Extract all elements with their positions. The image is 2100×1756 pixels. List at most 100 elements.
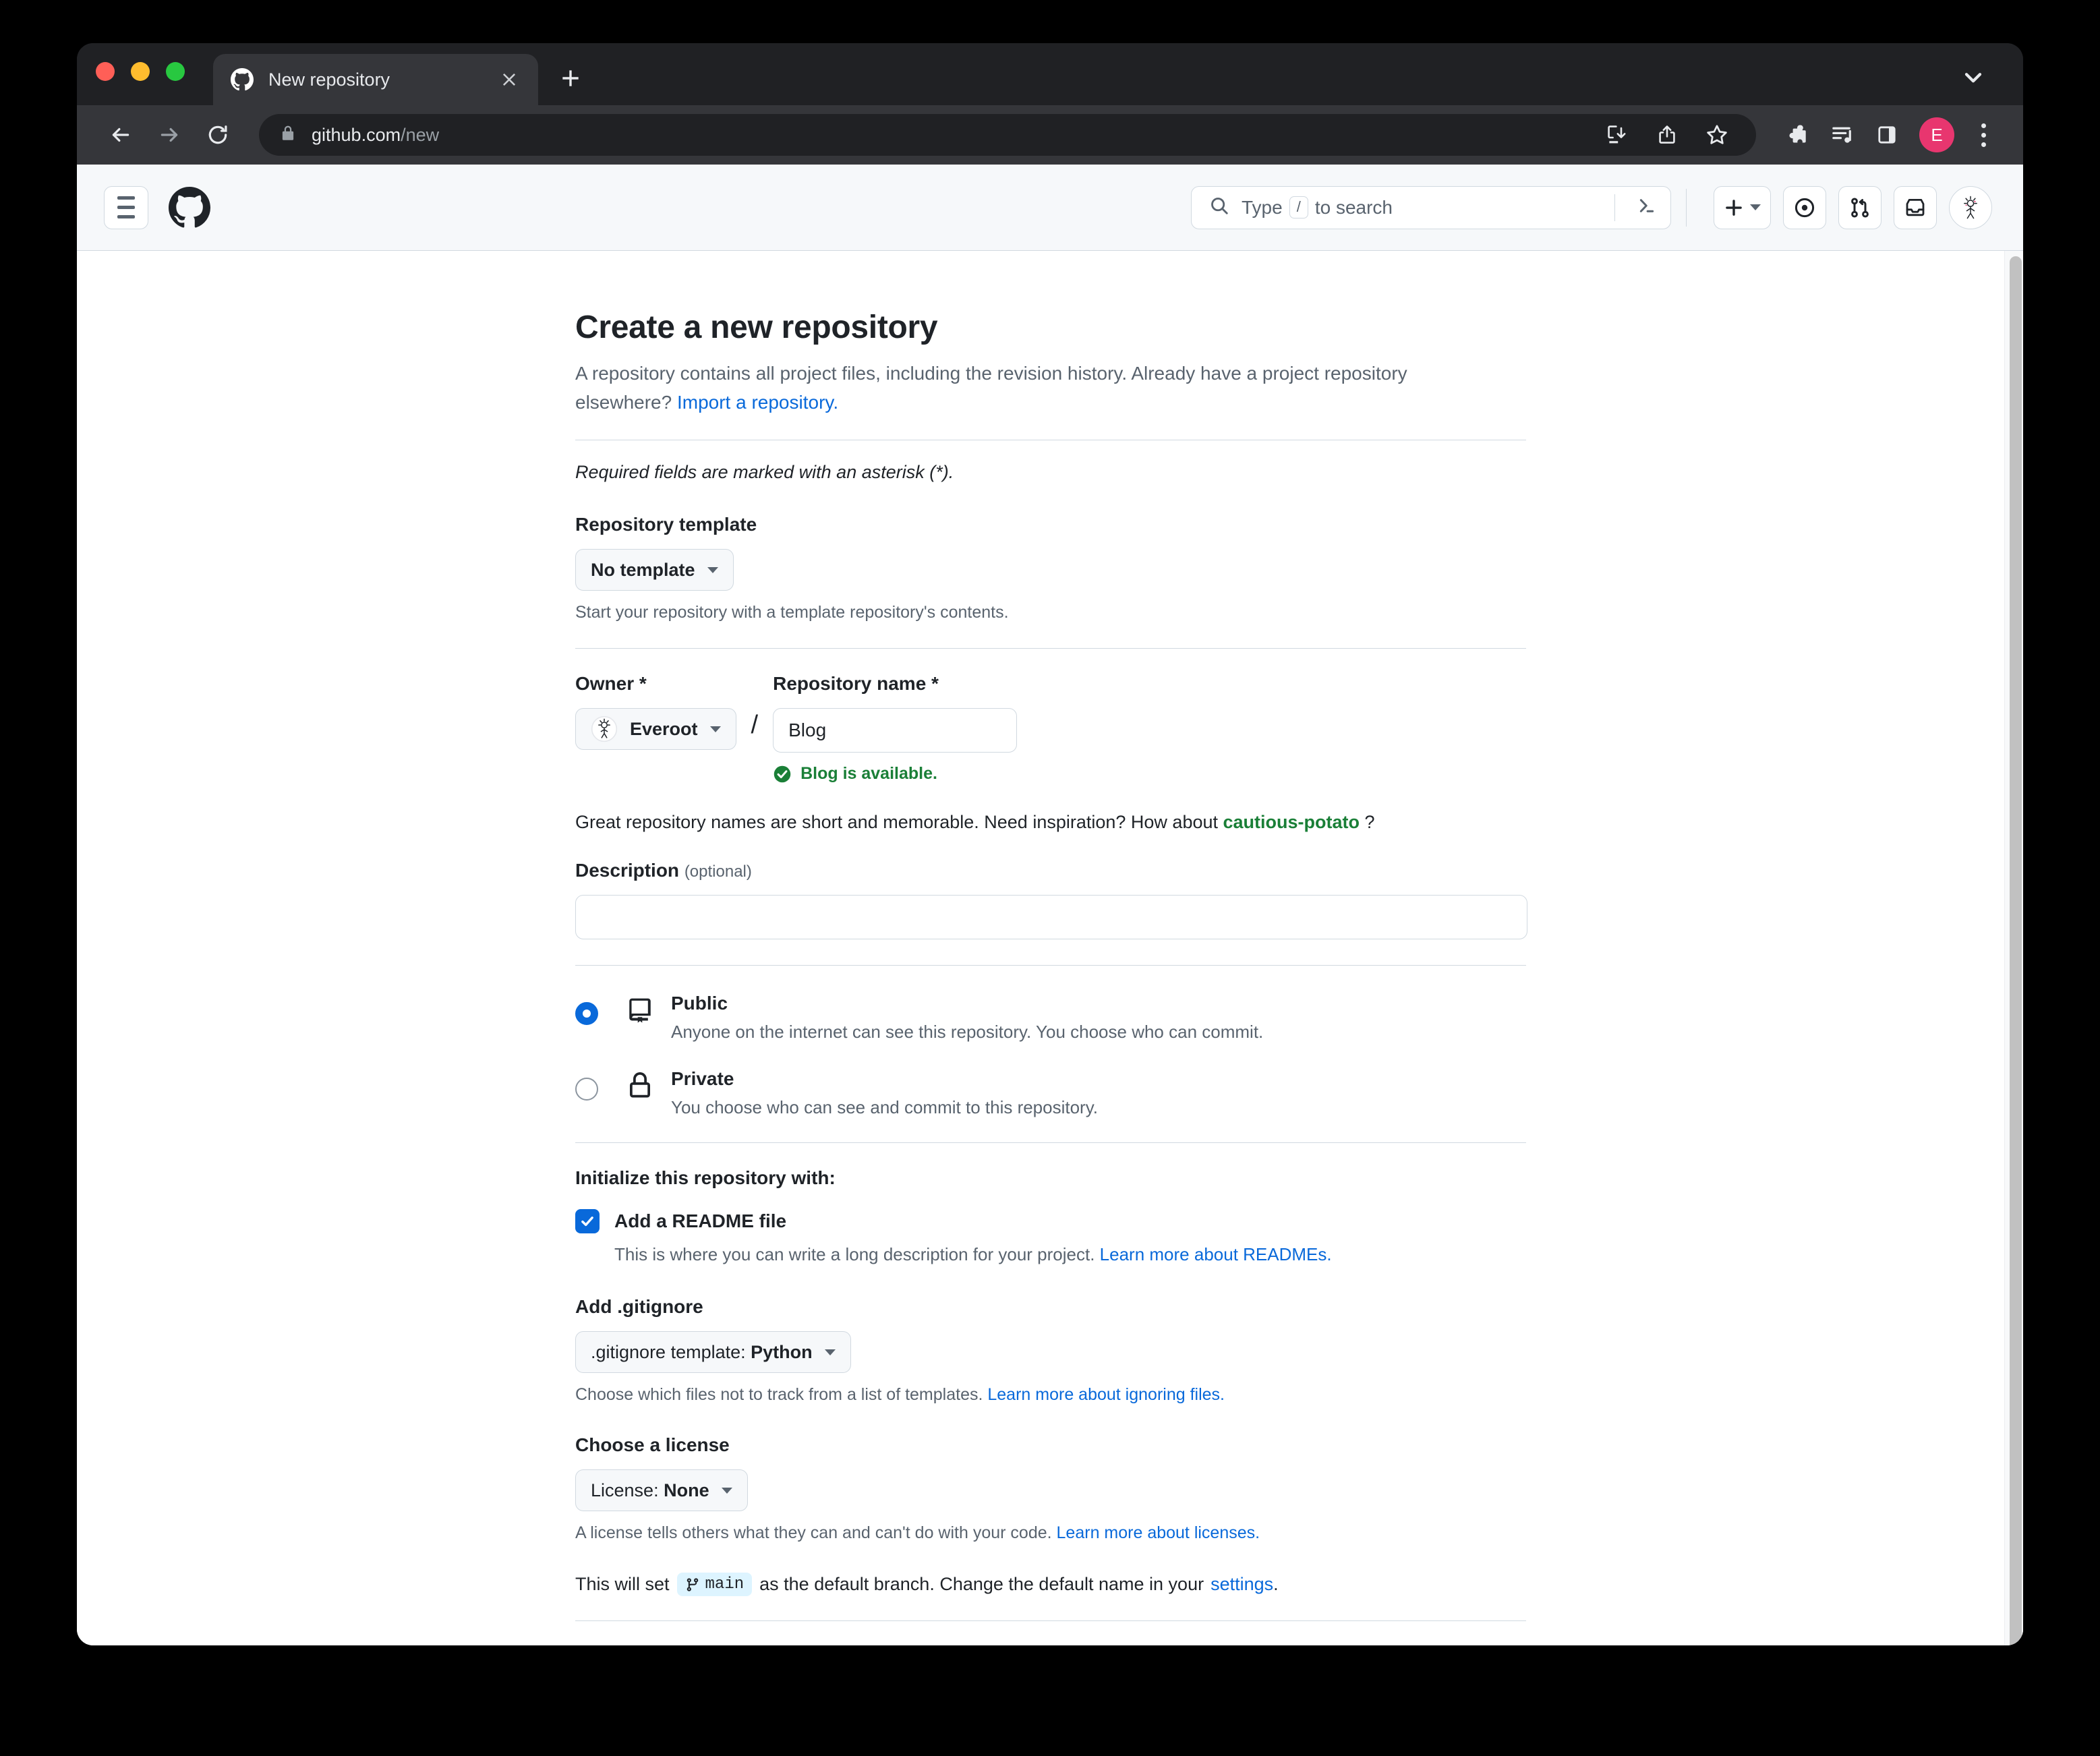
public-radio[interactable]: [575, 1002, 598, 1026]
minimize-window-button[interactable]: [131, 62, 150, 81]
check-circle-fill-icon: [773, 765, 792, 784]
new-repository-form: Create a new repository A repository con…: [574, 251, 1527, 1645]
owner-field: Owner * Everoot: [575, 673, 736, 751]
search-input[interactable]: Type / to search: [1191, 185, 1671, 229]
description-input[interactable]: [575, 895, 1527, 940]
description-label-text: Description: [575, 860, 680, 881]
license-selected-value: License: None: [591, 1480, 709, 1500]
add-readme-label: Add a README file: [614, 1210, 787, 1232]
initialize-label: Initialize this repository with:: [575, 1167, 836, 1189]
name-inspiration-text: Great repository names are short and mem…: [575, 812, 1526, 833]
gitignore-section: Add .gitignore .gitignore template: Pyth…: [575, 1296, 1526, 1405]
star-icon[interactable]: [1698, 116, 1736, 154]
close-window-button[interactable]: [96, 62, 115, 81]
private-option-text: Private You choose who can see and commi…: [671, 1068, 1098, 1118]
repository-template-label: Repository template: [575, 514, 757, 535]
user-avatar-icon[interactable]: [1949, 185, 1992, 229]
gitignore-label: Add .gitignore: [575, 1296, 703, 1318]
add-readme-checkbox[interactable]: [575, 1209, 600, 1234]
visibility-option-public[interactable]: Public Anyone on the internet can see th…: [575, 993, 1526, 1043]
repository-template-section: Repository template No template Start yo…: [575, 514, 1526, 622]
address-bar[interactable]: github.com/new: [259, 114, 1756, 156]
inspiration-prefix: Great repository names are short and mem…: [575, 812, 1218, 833]
issues-button[interactable]: [1783, 185, 1826, 229]
default-branch-prefix: This will set: [575, 1574, 670, 1595]
media-list-icon[interactable]: [1824, 116, 1861, 154]
browser-profile-avatar[interactable]: E: [1919, 117, 1954, 152]
suggested-name-link[interactable]: cautious-potato: [1223, 812, 1360, 832]
repository-template-helper: Start your repository with a template re…: [575, 603, 1009, 622]
puzzle-piece-icon[interactable]: [1779, 116, 1817, 154]
description-section: Description (optional): [575, 860, 1527, 940]
repository-name-label: Repository name *: [773, 673, 939, 695]
github-mark-icon[interactable]: [169, 186, 210, 229]
public-description: Anyone on the internet can see this repo…: [671, 1022, 1264, 1043]
side-panel-icon[interactable]: [1868, 116, 1906, 154]
owner-and-name-section: Owner * Everoot / Repository name * Blog…: [575, 673, 1526, 833]
chevron-down-icon: [721, 1487, 732, 1494]
address-bar-url: github.com/new: [312, 124, 440, 145]
initialize-section: Initialize this repository with: Add a R…: [575, 1167, 1526, 1265]
license-select[interactable]: License: None: [575, 1469, 748, 1512]
kebab-menu-icon[interactable]: [1966, 116, 2000, 154]
gitignore-template-select[interactable]: .gitignore template: Python: [575, 1331, 851, 1374]
maximize-window-button[interactable]: [166, 62, 185, 81]
user-avatar-icon: [591, 715, 618, 742]
pull-requests-button[interactable]: [1838, 185, 1882, 229]
owner-name-row: Owner * Everoot / Repository name * Blog…: [575, 673, 1526, 784]
learn-more-ignoring-files-link[interactable]: Learn more about ignoring files.: [987, 1385, 1225, 1404]
chevron-down-icon: [707, 566, 718, 573]
default-branch-chip: main: [676, 1573, 753, 1597]
private-description: You choose who can see and commit to thi…: [671, 1097, 1099, 1118]
default-branch-middle: as the default branch. Change the defaul…: [759, 1574, 1204, 1595]
import-repository-link[interactable]: Import a repository.: [677, 392, 838, 413]
lock-icon: [279, 125, 297, 146]
settings-link[interactable]: settings: [1211, 1574, 1273, 1595]
inbox-button[interactable]: [1894, 185, 1937, 229]
tab-title: New repository: [268, 69, 390, 90]
repo-book-icon: [622, 997, 658, 1025]
gitignore-helper-text: Choose which files not to track from a l…: [575, 1385, 983, 1405]
repository-name-input[interactable]: [773, 708, 1018, 753]
page-subtitle: A repository contains all project files,…: [575, 359, 1459, 417]
default-branch-suffix: .: [1273, 1574, 1279, 1595]
hamburger-menu-icon[interactable]: [104, 185, 148, 229]
back-button[interactable]: [100, 114, 142, 156]
learn-more-licenses-link[interactable]: Learn more about licenses.: [1057, 1523, 1260, 1542]
terminal-prompt-icon[interactable]: [1637, 196, 1657, 219]
chevron-down-icon[interactable]: [1960, 63, 1987, 94]
owner-select[interactable]: Everoot: [575, 708, 736, 751]
reload-button[interactable]: [197, 114, 239, 156]
github-icon: [231, 68, 254, 91]
page-scrollbar-thumb[interactable]: [2010, 256, 2022, 1645]
close-icon[interactable]: [498, 68, 521, 91]
description-label: Description (optional): [575, 860, 1526, 881]
divider: [575, 965, 1526, 966]
share-icon[interactable]: [1648, 116, 1686, 154]
required-fields-note: Required fields are marked with an aster…: [575, 462, 954, 483]
default-branch-note: This will set main as the default branch…: [575, 1573, 1526, 1597]
visibility-option-private[interactable]: Private You choose who can see and commi…: [575, 1068, 1526, 1118]
chevron-down-icon: [824, 1349, 836, 1355]
chevron-down-icon: [1750, 204, 1761, 210]
create-new-button[interactable]: [1714, 185, 1771, 229]
page-scrollbar[interactable]: [2004, 251, 2023, 1645]
divider: [1614, 194, 1615, 221]
forward-button[interactable]: [148, 114, 190, 156]
browser-tab-strip: New repository: [77, 43, 2023, 105]
new-tab-button[interactable]: [556, 63, 585, 93]
private-radio[interactable]: [575, 1078, 598, 1101]
slash-key-hint: /: [1289, 196, 1308, 219]
divider: [575, 648, 1526, 649]
public-option-text: Public Anyone on the internet can see th…: [671, 993, 1263, 1043]
license-label: Choose a license: [575, 1434, 730, 1456]
search-icon: [1209, 196, 1229, 219]
install-app-icon[interactable]: [1598, 116, 1636, 154]
repository-template-select[interactable]: No template: [575, 549, 734, 591]
add-readme-row[interactable]: Add a README file: [575, 1209, 1526, 1234]
private-label: Private: [671, 1068, 734, 1090]
learn-more-readmes-link[interactable]: Learn more about READMEs.: [1100, 1244, 1332, 1264]
page-title: Create a new repository: [575, 310, 938, 345]
browser-tab[interactable]: New repository: [213, 54, 538, 105]
repository-name-field: Repository name * Blog is available.: [773, 673, 1018, 784]
